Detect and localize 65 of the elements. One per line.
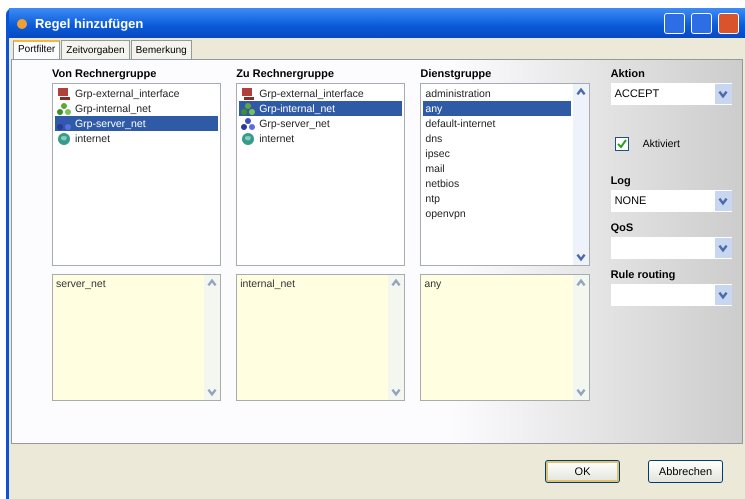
maximize-button[interactable] <box>691 12 712 34</box>
scroll-down-icon[interactable] <box>574 251 587 263</box>
dropdown-icon[interactable] <box>717 242 730 254</box>
note-box: any <box>420 274 590 401</box>
list-item[interactable]: netbios <box>423 176 571 191</box>
tab[interactable]: Portfilter <box>13 40 60 59</box>
dropdown-icon[interactable] <box>717 195 730 207</box>
close-button[interactable] <box>718 12 739 34</box>
list-item[interactable]: Grp-internal_net <box>239 101 402 116</box>
field-label: QoS <box>610 222 634 234</box>
list-item[interactable]: Grp-server_net <box>239 116 402 131</box>
list-item[interactable]: internet <box>55 131 218 146</box>
group-heading: Von Rechnergruppe <box>52 68 158 80</box>
globe-icon <box>241 132 256 146</box>
note-box: server_net <box>52 274 222 401</box>
checkbox-label: Aktiviert <box>642 138 680 150</box>
log-dropdown[interactable]: NONE <box>610 190 732 212</box>
list-item[interactable]: openvpn <box>423 206 571 221</box>
scroll-up-icon[interactable] <box>390 277 402 289</box>
list-item[interactable]: internet <box>239 131 402 146</box>
list-item[interactable]: default-internet <box>423 116 571 131</box>
scroll-up-icon[interactable] <box>206 277 218 289</box>
network-icon <box>57 102 71 116</box>
computer-icon <box>241 86 256 100</box>
list-item[interactable]: dns <box>423 131 571 146</box>
note-box: internal_net <box>236 274 406 401</box>
scrollbar[interactable] <box>204 275 220 400</box>
network-icon <box>57 116 71 130</box>
scroll-up-icon[interactable] <box>574 86 587 98</box>
dropdown-icon[interactable] <box>717 289 730 301</box>
dialog-button[interactable]: Abbrechen <box>648 460 723 483</box>
network-icon <box>241 116 256 130</box>
group-heading: Dienstgruppe <box>420 68 492 80</box>
list-item[interactable]: mail <box>423 161 571 176</box>
list-item[interactable]: Grp-server_net <box>55 116 218 131</box>
list-item[interactable]: ipsec <box>423 146 571 161</box>
tab[interactable]: Zeitvorgaben <box>61 40 130 59</box>
scroll-down-icon[interactable] <box>206 386 218 398</box>
scroll-up-icon[interactable] <box>574 277 587 289</box>
dialog-button[interactable]: OK <box>545 460 620 483</box>
scroll-down-icon[interactable] <box>390 386 402 398</box>
window-title: Regel hinzufügen <box>35 16 144 30</box>
action-dropdown[interactable]: ACCEPT <box>610 83 732 105</box>
list-item[interactable]: any <box>423 101 571 116</box>
list-item[interactable]: ntp <box>423 191 571 206</box>
tab[interactable]: Bemerkung <box>130 40 192 59</box>
scrollbar[interactable] <box>388 275 404 400</box>
scrollbar[interactable] <box>572 275 589 400</box>
field-label: Rule routing <box>610 269 676 281</box>
group-heading: Zu Rechnergruppe <box>236 68 335 80</box>
field-label: Aktion <box>610 68 646 80</box>
list-item[interactable]: Grp-external_interface <box>55 86 218 101</box>
list-item[interactable]: Grp-external_interface <box>239 86 402 101</box>
dropdown-icon[interactable] <box>717 88 730 100</box>
checkbox[interactable] <box>614 137 629 151</box>
globe-icon <box>57 132 71 146</box>
list-item[interactable]: administration <box>423 86 571 101</box>
app-icon <box>15 16 29 30</box>
scroll-down-icon[interactable] <box>574 386 587 398</box>
list-item[interactable]: Grp-internal_net <box>55 101 218 116</box>
network-icon <box>241 102 256 116</box>
computer-icon <box>57 86 71 100</box>
scrollbar[interactable] <box>572 84 589 265</box>
field-label: Log <box>610 175 632 187</box>
minimize-button[interactable] <box>664 12 685 34</box>
